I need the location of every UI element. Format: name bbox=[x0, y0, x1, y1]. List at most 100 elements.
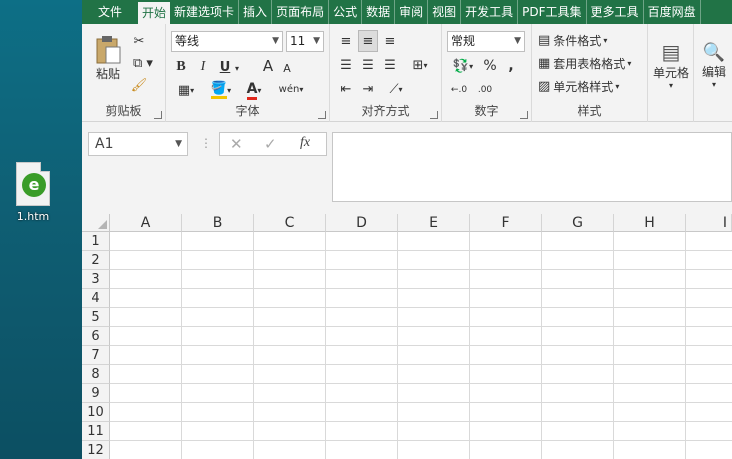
percent-button[interactable]: % bbox=[482, 57, 498, 75]
tab-developer[interactable]: 开发工具 bbox=[461, 0, 519, 24]
comma-button[interactable]: , bbox=[504, 57, 518, 75]
row-header-12[interactable]: 12 bbox=[82, 441, 110, 459]
align-left-button[interactable]: ☰ bbox=[336, 56, 356, 74]
styles-group: ▤ 条件格式 ▾ ▦ 套用表格格式 ▾ ▨ 单元格样式 ▾ 样式 bbox=[532, 24, 648, 122]
scissors-icon: ✂ bbox=[133, 33, 145, 49]
underline-dropdown[interactable]: ▾ bbox=[232, 60, 242, 76]
ribbon: 粘贴 ✂ ⧉ ▾ 🖌 剪贴板 等线 ▼ 11 ▼ B I U ▾ A A ▦ ▾… bbox=[82, 24, 732, 122]
insert-function-icon[interactable]: fx bbox=[300, 135, 310, 151]
row-header-10[interactable]: 10 bbox=[82, 403, 110, 422]
row-header-5[interactable]: 5 bbox=[82, 308, 110, 327]
cancel-icon[interactable]: ✕ bbox=[230, 135, 243, 153]
shrink-font-button[interactable]: A bbox=[280, 60, 294, 76]
row-header-6[interactable]: 6 bbox=[82, 327, 110, 346]
increase-decimal-button[interactable]: ←.0 bbox=[448, 80, 470, 100]
underline-button[interactable]: U bbox=[218, 58, 232, 76]
tab-file[interactable]: 文件 bbox=[82, 0, 138, 24]
italic-button[interactable]: I bbox=[196, 58, 210, 76]
number-format-combo[interactable]: 常规 ▼ bbox=[447, 31, 525, 52]
row-header-11[interactable]: 11 bbox=[82, 422, 110, 441]
tab-new[interactable]: 新建选项卡 bbox=[170, 0, 240, 24]
font-launcher-icon[interactable] bbox=[318, 111, 326, 119]
paste-button[interactable]: 粘贴 bbox=[90, 32, 126, 84]
grow-font-button[interactable]: A bbox=[260, 57, 276, 75]
font-name-combo[interactable]: 等线 ▼ bbox=[171, 31, 283, 52]
decrease-decimal-button[interactable]: .00 bbox=[474, 80, 496, 100]
styles-group-label: 样式 bbox=[577, 104, 602, 118]
bold-button[interactable]: B bbox=[174, 58, 188, 76]
font-size-combo[interactable]: 11 ▼ bbox=[286, 31, 324, 52]
decrease-indent-button[interactable]: ⇤ bbox=[336, 80, 356, 98]
editing-label: 编辑 bbox=[701, 64, 726, 79]
align-middle-button[interactable]: ≡ bbox=[358, 30, 378, 52]
tab-home[interactable]: 开始 bbox=[138, 2, 171, 24]
tab-review[interactable]: 审阅 bbox=[395, 0, 429, 24]
fill-color-button[interactable]: 🪣 ▾ bbox=[206, 80, 236, 100]
column-header-i[interactable]: I bbox=[686, 214, 732, 232]
merge-button[interactable]: ⊞ ▾ bbox=[406, 56, 434, 74]
alignment-group-label: 对齐方式 bbox=[361, 104, 410, 118]
tab-insert[interactable]: 插入 bbox=[239, 0, 273, 24]
cell-styles-button[interactable]: ▨ 单元格样式 ▾ bbox=[538, 76, 644, 96]
format-as-table-button[interactable]: ▦ 套用表格格式 ▾ bbox=[538, 53, 646, 73]
align-bottom-icon: ≡ bbox=[384, 33, 396, 49]
tab-more-tools[interactable]: 更多工具 bbox=[587, 0, 644, 24]
align-center-icon: ☰ bbox=[362, 57, 374, 73]
tab-view[interactable]: 视图 bbox=[428, 0, 462, 24]
align-top-button[interactable]: ≡ bbox=[336, 32, 356, 50]
tab-data[interactable]: 数据 bbox=[362, 0, 396, 24]
phonetic-button[interactable]: wén ▾ bbox=[276, 78, 306, 100]
row-header-7[interactable]: 7 bbox=[82, 346, 110, 365]
paste-icon bbox=[96, 35, 121, 63]
tab-page-layout[interactable]: 页面布局 bbox=[272, 0, 330, 24]
column-header-f[interactable]: F bbox=[470, 214, 542, 232]
column-header-d[interactable]: D bbox=[326, 214, 398, 232]
cut-button[interactable]: ✂ bbox=[130, 32, 148, 50]
column-header-a[interactable]: A bbox=[110, 214, 182, 232]
tab-baidu[interactable]: 百度网盘 bbox=[644, 0, 701, 24]
copy-button[interactable]: ⧉ ▾ bbox=[130, 54, 156, 72]
font-color-button[interactable]: A ▾ bbox=[240, 80, 268, 100]
tab-formulas[interactable]: 公式 bbox=[329, 0, 363, 24]
column-header-h[interactable]: H bbox=[614, 214, 686, 232]
copy-icon: ⧉ ▾ bbox=[133, 55, 153, 71]
enter-icon[interactable]: ✓ bbox=[264, 135, 277, 153]
align-top-icon: ≡ bbox=[340, 33, 352, 49]
tab-pdf[interactable]: PDF工具集 bbox=[518, 0, 587, 24]
column-header-c[interactable]: C bbox=[254, 214, 326, 232]
editing-button[interactable]: 🔍 编辑 ▾ bbox=[697, 30, 731, 100]
increase-indent-button[interactable]: ⇥ bbox=[358, 80, 378, 98]
decrease-decimal-icon: .00 bbox=[477, 85, 493, 95]
desktop-file-label: 1.htm bbox=[16, 210, 50, 223]
spreadsheet-grid: A B C D E F G H I 1 2 3 4 5 6 7 8 9 10 1… bbox=[82, 214, 732, 459]
conditional-format-button[interactable]: ▤ 条件格式 ▾ bbox=[538, 30, 644, 50]
cell-area[interactable] bbox=[110, 232, 732, 459]
align-bottom-button[interactable]: ≡ bbox=[380, 32, 400, 50]
orientation-icon: ⟋ bbox=[389, 81, 399, 97]
cells-button[interactable]: ▤ 单元格 ▾ bbox=[652, 30, 690, 100]
align-center-button[interactable]: ☰ bbox=[358, 56, 378, 74]
formula-input[interactable] bbox=[332, 132, 732, 202]
column-header-b[interactable]: B bbox=[182, 214, 254, 232]
border-button[interactable]: ▦ ▾ bbox=[174, 80, 198, 100]
name-box[interactable]: A1 ▼ bbox=[88, 132, 188, 156]
row-header-1[interactable]: 1 bbox=[82, 232, 110, 251]
row-header-9[interactable]: 9 bbox=[82, 384, 110, 403]
number-launcher-icon[interactable] bbox=[520, 111, 528, 119]
align-right-button[interactable]: ☰ bbox=[380, 56, 400, 74]
orientation-button[interactable]: ⟋ ▾ bbox=[382, 80, 410, 98]
row-header-3[interactable]: 3 bbox=[82, 270, 110, 289]
select-all-button[interactable] bbox=[82, 214, 110, 232]
clipboard-launcher-icon[interactable] bbox=[154, 111, 162, 119]
format-painter-button[interactable]: 🖌 bbox=[130, 76, 148, 94]
row-header-4[interactable]: 4 bbox=[82, 289, 110, 308]
row-header-8[interactable]: 8 bbox=[82, 365, 110, 384]
cell-styles-label: 单元格样式 bbox=[553, 79, 614, 94]
alignment-launcher-icon[interactable] bbox=[430, 111, 438, 119]
row-header-2[interactable]: 2 bbox=[82, 251, 110, 270]
accounting-format-button[interactable]: 💱 ▾ bbox=[448, 57, 478, 75]
desktop-file-icon[interactable]: e 1.htm bbox=[10, 162, 56, 223]
column-header-g[interactable]: G bbox=[542, 214, 614, 232]
paintbrush-icon: 🖌 bbox=[130, 77, 148, 93]
column-header-e[interactable]: E bbox=[398, 214, 470, 232]
